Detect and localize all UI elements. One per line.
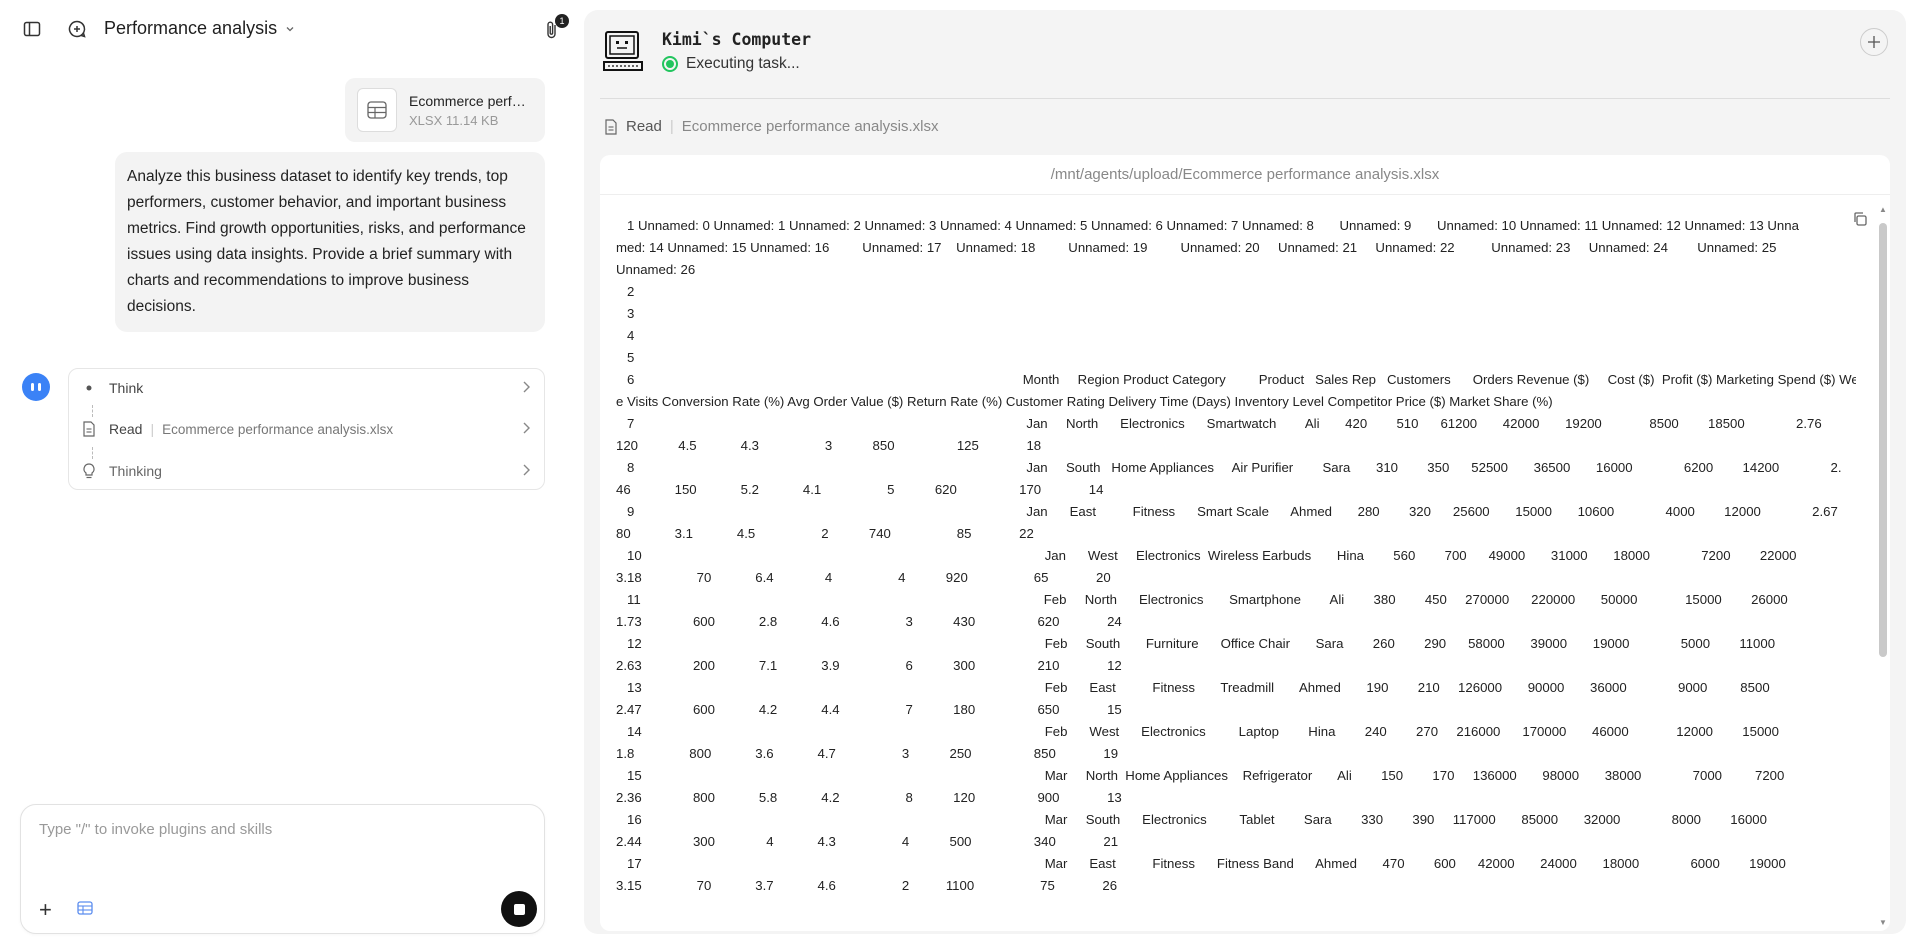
user-message: Analyze this business dataset to identif…	[115, 152, 545, 332]
app-root: Performance analysis 1 Ecommerce perfor.…	[0, 0, 1916, 946]
computer-status: Executing task...	[662, 55, 811, 73]
assistant-avatar	[22, 373, 50, 401]
expand-button[interactable]	[1860, 28, 1888, 56]
step-sub-label: Ecommerce performance analysis.xlsx	[162, 421, 394, 437]
attachment-file-card[interactable]: Ecommerce perfor... XLSX 11.14 KB	[345, 78, 545, 142]
action-label: Read	[626, 118, 662, 135]
step-separator: |	[150, 421, 155, 437]
current-action: Read | Ecommerce performance analysis.xl…	[604, 118, 939, 135]
computer-header: Kimi`s Computer Executing task...	[602, 30, 811, 79]
step-read[interactable]: Read | Ecommerce performance analysis.xl…	[69, 411, 546, 447]
step-think[interactable]: Think	[69, 370, 546, 406]
chevron-down-icon	[286, 26, 294, 31]
message-input[interactable]	[39, 821, 519, 838]
scroll-up-arrow-icon[interactable]: ▲	[1879, 205, 1887, 214]
chat-pane: Performance analysis 1 Ecommerce perfor.…	[0, 0, 569, 946]
chevron-right-icon	[522, 380, 530, 396]
assistant-steps: Think Read | Ecommerce performance analy…	[68, 368, 545, 490]
attachment-file-name: Ecommerce perfor...	[409, 92, 533, 109]
file-content-text: 1 Unnamed: 0 Unnamed: 1 Unnamed: 2 Unnam…	[616, 218, 1856, 893]
table-tool-icon[interactable]	[77, 901, 93, 920]
stop-generation-button[interactable]	[501, 891, 537, 927]
add-plus-icon[interactable]: +	[39, 897, 52, 923]
conversation-title[interactable]: Performance analysis	[104, 18, 295, 39]
sidebar-toggle-icon[interactable]	[18, 15, 46, 43]
action-separator: |	[669, 118, 674, 135]
action-file-name: Ecommerce performance analysis.xlsx	[681, 118, 939, 135]
document-icon	[605, 118, 617, 135]
step-label: Read	[109, 421, 143, 437]
scroll-down-arrow-icon[interactable]: ▼	[1879, 918, 1887, 927]
spreadsheet-file-icon	[357, 88, 397, 132]
computer-status-text: Executing task...	[686, 55, 800, 72]
new-chat-icon[interactable]	[63, 15, 91, 43]
header-divider	[600, 98, 1890, 99]
document-icon	[69, 421, 109, 437]
chat-header: Performance analysis 1	[0, 0, 569, 58]
conversation-title-text: Performance analysis	[104, 18, 278, 38]
lightbulb-icon	[69, 463, 109, 479]
scrollbar-thumb[interactable]	[1879, 223, 1887, 657]
attachment-file-meta: XLSX 11.14 KB	[409, 112, 499, 128]
step-label: Thinking	[109, 463, 162, 479]
file-path: /mnt/agents/upload/Ecommerce performance…	[600, 155, 1890, 195]
expand-icon	[1868, 36, 1880, 48]
chevron-right-icon	[522, 421, 530, 437]
computer-title: Kimi`s Computer	[662, 30, 812, 49]
file-viewer: /mnt/agents/upload/Ecommerce performance…	[600, 155, 1890, 931]
message-composer: +	[20, 804, 545, 934]
retro-computer-icon	[602, 30, 646, 79]
stop-icon	[513, 903, 525, 915]
status-dot-icon	[662, 56, 678, 72]
step-thinking[interactable]: Thinking	[69, 453, 546, 489]
computer-panel: Kimi`s Computer Executing task... Read |…	[584, 10, 1906, 934]
bullet-icon	[69, 385, 109, 391]
attachment-count-badge: 1	[555, 14, 569, 28]
chevron-right-icon	[522, 463, 530, 479]
step-label: Think	[109, 380, 144, 396]
